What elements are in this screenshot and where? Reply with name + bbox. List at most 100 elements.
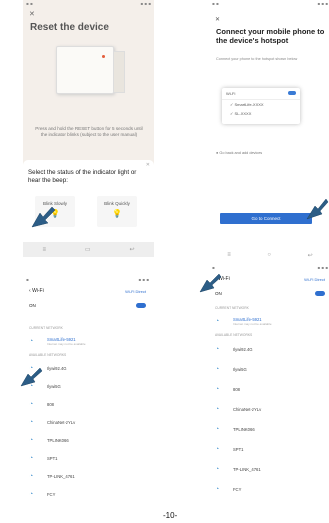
wifi-icon: ◔ bbox=[29, 418, 34, 426]
wifi-title: Wi-Fi bbox=[32, 288, 44, 294]
network-row[interactable]: ◔ TP-LINK_4761 bbox=[215, 460, 329, 478]
network-item: ✓ SL-XXXX bbox=[230, 111, 252, 116]
network-row[interactable]: ◔ FCY bbox=[215, 480, 329, 498]
network-name: FCY bbox=[47, 491, 56, 497]
network-row[interactable]: ◔ 808 bbox=[215, 380, 329, 398]
status-bar: ▪ ▪ ▪ ▪ ▪ bbox=[212, 1, 328, 6]
network-name: SL-XXXX bbox=[234, 111, 252, 116]
available-networks-section: AVAILABLE NETWORKS bbox=[215, 333, 253, 337]
network-row[interactable]: ◔ ChinaNet-zYLv bbox=[29, 413, 152, 431]
page-subtitle: Connect your phone to the hotspot shown … bbox=[216, 57, 298, 61]
network-row[interactable]: ◔ Ilywi5G bbox=[29, 377, 152, 395]
pointer-arrow-icon bbox=[199, 273, 222, 293]
network-row[interactable]: ◔ Ilywi92.4G bbox=[29, 359, 152, 377]
wifi-topbar: ‹ Wi-Fi Wi-Fi Direct bbox=[209, 274, 329, 284]
option-label: Blink Quickly bbox=[104, 201, 130, 206]
back-icon[interactable]: ‹ Wi-Fi bbox=[29, 288, 44, 294]
wifi-settings-screen-2: ▪▪ ▪ ▪ ‹ Wi-Fi Wi-Fi Direct ON CURRENT N… bbox=[209, 264, 329, 521]
android-nav-bar: ≡ ▭ ↩ bbox=[23, 242, 154, 257]
current-network-row[interactable]: ◔ SmartLife-5921 Internet may not be avai… bbox=[29, 332, 152, 350]
network-row[interactable]: ◔ SPT1 bbox=[215, 440, 329, 458]
network-row[interactable]: ◔ TPLINK066 bbox=[29, 431, 152, 449]
current-network-row[interactable]: ◔ SmartLife-5921 Internet may not be avai… bbox=[215, 312, 329, 330]
status-bar: ▪ ▪ ▪ ▪ bbox=[212, 265, 328, 270]
connect-hotspot-screen: ▪ ▪ ▪ ▪ ▪ ✕ Connect your mobile phone to … bbox=[209, 0, 329, 262]
back-icon[interactable]: ↩ bbox=[308, 252, 313, 259]
network-name: SmartLife-5921 bbox=[47, 336, 76, 342]
network-name: 808 bbox=[233, 386, 240, 392]
network-name: Ilywi5G bbox=[233, 366, 247, 372]
network-name: Ilywi5G bbox=[47, 383, 61, 389]
wifi-icon: ◔ bbox=[215, 317, 220, 325]
pointer-arrow-icon bbox=[20, 367, 43, 387]
network-row[interactable]: ◔ SPT1 bbox=[29, 449, 152, 467]
wifi-switch[interactable] bbox=[315, 291, 325, 296]
available-networks-section: AVAILABLE NETWORKS bbox=[29, 353, 67, 357]
page-title: Reset the device bbox=[30, 22, 109, 33]
network-name: ChinaNet-zYLv bbox=[233, 406, 262, 412]
wifi-icon: ◔ bbox=[29, 490, 34, 498]
device-side bbox=[113, 51, 125, 93]
wifi-on-row: ON bbox=[209, 291, 329, 296]
indicator-light-icon bbox=[102, 55, 105, 58]
wifi-icon: ◔ bbox=[29, 454, 34, 462]
wifi-icon: ◔ bbox=[29, 436, 34, 444]
wifi-icon: ◔ bbox=[215, 405, 220, 413]
menu-icon[interactable]: ≡ bbox=[42, 247, 46, 253]
close-icon[interactable]: ✕ bbox=[29, 10, 35, 18]
wifi-toggle bbox=[288, 91, 296, 95]
sheet-close-icon[interactable]: ✕ bbox=[146, 162, 150, 168]
android-nav-bar: ≡ ○ ↩ bbox=[209, 248, 329, 262]
network-name: SPT1 bbox=[47, 455, 58, 461]
status-bar: ▪ ▪ ▪ ▪ bbox=[26, 277, 149, 282]
network-row[interactable]: ◔ FCY bbox=[29, 485, 152, 503]
network-row[interactable]: ◔ Ilywi92.4G bbox=[215, 340, 329, 358]
network-status: Internet may not be available bbox=[233, 321, 272, 326]
network-name: TP-LINK_4761 bbox=[233, 466, 261, 472]
wifi-switch[interactable] bbox=[136, 303, 146, 308]
on-label: ON bbox=[29, 303, 36, 308]
home-icon[interactable]: ▭ bbox=[85, 246, 91, 253]
network-row[interactable]: ◔ TPLINK066 bbox=[215, 420, 329, 438]
network-name: Ilywi92.4G bbox=[233, 346, 253, 352]
wifi-icon: ◔ bbox=[29, 472, 34, 480]
network-row[interactable]: ◔ TP-LINK_4761 bbox=[29, 467, 152, 485]
network-name: TPLINK066 bbox=[47, 437, 69, 443]
network-name: FCY bbox=[233, 486, 242, 492]
status-sheet: ✕ Select the status of the indicator lig… bbox=[23, 160, 154, 242]
wifi-direct-link[interactable]: Wi-Fi Direct bbox=[125, 289, 146, 294]
wifi-on-row: ON bbox=[23, 303, 152, 308]
network-row[interactable]: ◔ ChinaNet-zYLv bbox=[215, 400, 329, 418]
network-name: 808 bbox=[47, 401, 54, 407]
wifi-icon: ◔ bbox=[215, 445, 220, 453]
blink-quickly-button[interactable]: Blink Quickly 💡 bbox=[97, 196, 137, 227]
home-icon[interactable]: ○ bbox=[267, 252, 271, 258]
wifi-icon: ◔ bbox=[215, 345, 220, 353]
go-to-connect-button[interactable]: Go to Connect bbox=[220, 213, 312, 224]
network-name: Ilywi92.4G bbox=[47, 365, 67, 371]
wifi-icon: ◔ bbox=[215, 485, 220, 493]
device-illustration bbox=[56, 46, 125, 94]
wifi-header: Wi-Fi bbox=[222, 88, 300, 100]
network-row[interactable]: ◔ 808 bbox=[29, 395, 152, 413]
pointer-arrow-icon bbox=[306, 198, 329, 220]
network-name: ChinaNet-zYLv bbox=[47, 419, 76, 425]
reset-instructions: Press and hold the RESET button for 5 se… bbox=[35, 126, 143, 137]
wifi-direct-link[interactable]: Wi-Fi Direct bbox=[304, 277, 325, 282]
current-network-section: CURRENT NETWORK bbox=[29, 326, 63, 330]
hotspot-illustration: Wi-Fi ✓ SmartLife-XXXX ✓ SL-XXXX bbox=[222, 88, 300, 124]
network-item: ✓ SmartLife-XXXX bbox=[230, 102, 264, 107]
wifi-icon: ◔ bbox=[215, 465, 220, 473]
network-row[interactable]: ◔ Ilywi5G bbox=[215, 360, 329, 378]
page-title: Connect your mobile phone to the device'… bbox=[216, 27, 325, 45]
wifi-topbar: ‹ Wi-Fi Wi-Fi Direct bbox=[23, 286, 152, 296]
close-icon[interactable]: ✕ bbox=[215, 16, 220, 23]
current-network-section: CURRENT NETWORK bbox=[215, 306, 249, 310]
wifi-icon: ◔ bbox=[215, 385, 220, 393]
network-name: SmartLife-XXXX bbox=[234, 102, 264, 107]
back-icon[interactable]: ↩ bbox=[129, 246, 134, 253]
note-text: Go back and add devices bbox=[219, 151, 263, 155]
menu-icon[interactable]: ≡ bbox=[227, 252, 231, 258]
network-status: Internet may not be available bbox=[47, 341, 86, 346]
network-name: SPT1 bbox=[233, 446, 244, 452]
